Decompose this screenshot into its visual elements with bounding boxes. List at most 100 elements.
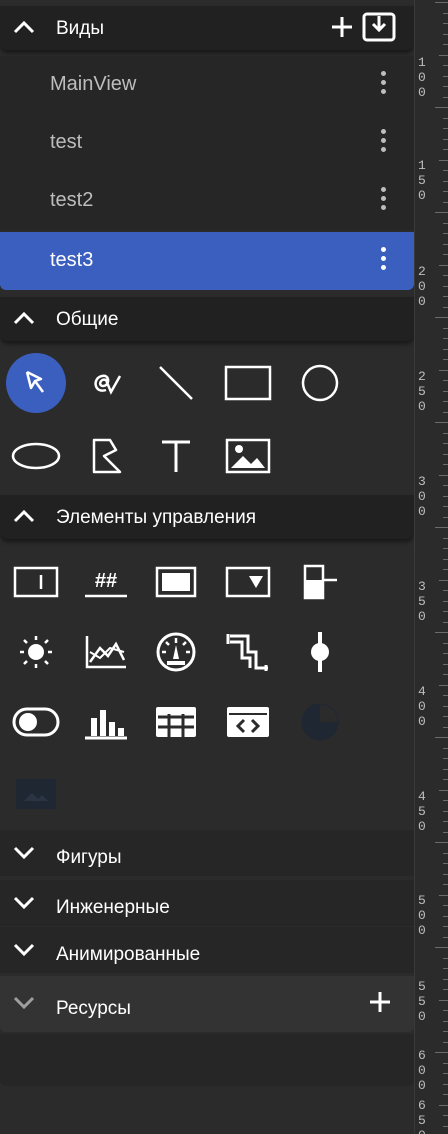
ruler-tick	[443, 758, 448, 759]
download-box-icon[interactable]	[362, 12, 396, 42]
shapes-section-header[interactable]: Фигуры	[0, 830, 414, 876]
chevron-up-icon	[13, 20, 35, 34]
gauge-icon[interactable]	[146, 622, 206, 682]
ruler-label: 2 0 0	[418, 264, 426, 309]
dropdown-icon[interactable]	[218, 552, 278, 612]
ruler-tick	[439, 264, 448, 266]
controls-section-header[interactable]: Элементы управления	[0, 495, 414, 539]
ruler-label: 2 5 0	[418, 369, 426, 414]
plus-icon[interactable]	[368, 990, 392, 1014]
ruler-tick	[443, 1115, 448, 1116]
toggle-switch-icon[interactable]	[6, 692, 66, 752]
code-window-icon[interactable]	[218, 692, 278, 752]
more-vert-icon[interactable]	[378, 187, 388, 215]
ruler-tick	[443, 653, 448, 654]
ruler-tick	[443, 432, 448, 434]
view-item-test2[interactable]: test2	[0, 172, 414, 230]
slider-icon[interactable]	[290, 622, 350, 682]
engineering-section-header[interactable]: Инженерные	[0, 880, 414, 926]
ruler-tick	[443, 306, 448, 308]
view-item-test3[interactable]: test3	[0, 232, 414, 290]
ruler-tick	[443, 222, 448, 224]
textbox-icon[interactable]	[6, 552, 66, 612]
ruler-tick	[443, 821, 448, 822]
ruler-tick	[443, 296, 448, 297]
toolbox-panel: Виды MainView test test2 test3 Общие Эле…	[0, 0, 414, 1086]
more-vert-icon[interactable]	[378, 71, 388, 99]
ruler-tick	[443, 65, 448, 66]
more-vert-icon[interactable]	[378, 247, 388, 275]
ruler-tick	[443, 23, 448, 24]
number-display-icon[interactable]: ##	[76, 552, 136, 612]
pie-chart-icon[interactable]	[290, 692, 350, 752]
image-icon[interactable]	[218, 426, 278, 486]
ruler-tick	[443, 33, 448, 35]
ruler-tick	[435, 317, 448, 318]
ruler-tick	[439, 894, 448, 896]
pipe-icon[interactable]	[218, 622, 278, 682]
ruler-tick	[443, 768, 448, 770]
ruler-tick	[443, 338, 448, 339]
line-icon[interactable]	[146, 353, 206, 413]
trend-chart-icon[interactable]	[76, 622, 136, 682]
ruler-tick	[443, 569, 448, 570]
common-section-header[interactable]: Общие	[0, 297, 414, 341]
bar-chart-icon[interactable]	[76, 692, 136, 752]
table-icon[interactable]	[146, 692, 206, 752]
image-placeholder-icon[interactable]	[6, 764, 66, 824]
ruler-tick	[443, 201, 448, 203]
polyline-icon[interactable]	[76, 426, 136, 486]
ruler-tick	[443, 1031, 448, 1032]
engineering-title: Инженерные	[56, 897, 170, 918]
ruler-tick	[443, 852, 448, 854]
level-indicator-icon[interactable]	[290, 552, 350, 612]
panel-footer	[0, 1034, 414, 1086]
ruler-tick	[443, 233, 448, 234]
ruler-tick	[443, 516, 448, 518]
ruler-tick	[439, 54, 448, 56]
ellipse-icon[interactable]	[6, 426, 66, 486]
more-vert-icon[interactable]	[378, 129, 388, 157]
plus-icon[interactable]	[330, 15, 354, 39]
ruler-tick	[443, 726, 448, 728]
ruler-tick	[443, 285, 448, 287]
ruler-tick	[443, 348, 448, 350]
ruler-tick	[435, 947, 448, 948]
ruler-tick	[443, 978, 448, 980]
ruler-label: 6 0 0	[418, 1048, 426, 1093]
chevron-up-icon	[13, 509, 35, 523]
ruler-label: 5 0 0	[418, 893, 426, 938]
ruler-tick	[443, 170, 448, 171]
ruler-tick	[443, 989, 448, 990]
resources-section-header[interactable]: Ресурсы	[0, 976, 414, 1032]
animated-section-header[interactable]: Анимированные	[0, 927, 414, 973]
pointer-icon[interactable]	[6, 353, 66, 413]
circle-icon[interactable]	[290, 353, 350, 413]
ruler-tick	[443, 390, 448, 392]
ruler-tick	[443, 600, 448, 602]
ruler-tick	[443, 695, 448, 696]
ruler-tick	[443, 810, 448, 812]
ruler-tick	[443, 1083, 448, 1085]
ruler-tick	[439, 1104, 448, 1106]
ruler-tick	[443, 537, 448, 539]
ruler-tick	[443, 506, 448, 507]
ruler-tick	[443, 642, 448, 644]
ruler-tick	[443, 663, 448, 665]
views-section-header[interactable]: Виды	[0, 6, 414, 50]
freehand-icon[interactable]	[76, 353, 136, 413]
ruler-tick	[439, 474, 448, 476]
view-item-test[interactable]: test	[0, 114, 414, 172]
ruler-label: 1 5 0	[418, 158, 426, 203]
button-icon[interactable]	[146, 552, 206, 612]
ruler-tick	[443, 957, 448, 959]
chevron-down-icon	[13, 943, 35, 957]
ruler-tick	[443, 905, 448, 906]
view-item-mainview[interactable]: MainView	[0, 56, 414, 114]
indicator-lamp-icon[interactable]	[6, 622, 66, 682]
rectangle-icon[interactable]	[218, 353, 278, 413]
chevron-up-icon	[13, 311, 35, 325]
ruler-tick	[443, 674, 448, 675]
text-icon[interactable]	[146, 426, 206, 486]
ruler-tick	[435, 2, 448, 3]
